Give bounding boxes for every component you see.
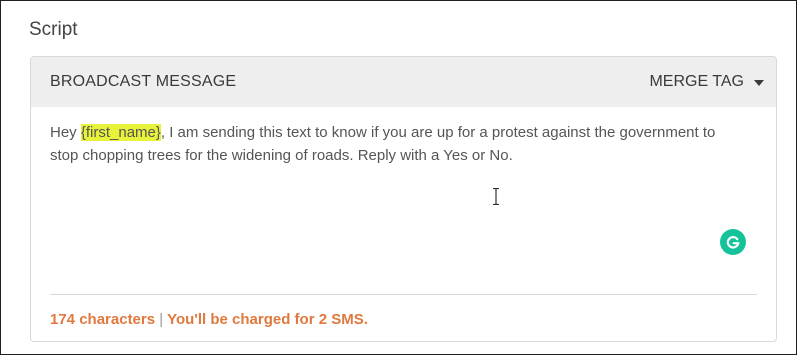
broadcast-message-card: BROADCAST MESSAGE MERGE TAG Hey {first_n… [30, 56, 777, 342]
card-header: BROADCAST MESSAGE MERGE TAG [31, 57, 776, 107]
chevron-down-icon [754, 79, 764, 86]
text-cursor-icon [493, 188, 499, 205]
window-frame: Script BROADCAST MESSAGE MERGE TAG Hey {… [0, 0, 797, 355]
sms-charge-info: 174 characters | You'll be charged for 2… [50, 311, 368, 328]
footer-separator: | [159, 311, 164, 328]
grammarly-g-glyph [726, 236, 740, 249]
merge-field-first-name: {first_name} [80, 124, 161, 141]
merge-tag-label: MERGE TAG [649, 73, 744, 90]
grammarly-icon[interactable] [720, 229, 746, 255]
section-title: Script [29, 19, 78, 40]
broadcast-message-title: BROADCAST MESSAGE [50, 73, 237, 90]
sms-charge-text: You'll be charged for 2 SMS. [167, 311, 368, 328]
message-text-before: Hey [50, 124, 81, 141]
footer-divider [50, 294, 757, 295]
message-editor[interactable]: Hey {first_name}, I am sending this text… [50, 121, 740, 167]
merge-tag-dropdown[interactable]: MERGE TAG [649, 73, 764, 91]
character-count: 174 characters [50, 311, 156, 328]
